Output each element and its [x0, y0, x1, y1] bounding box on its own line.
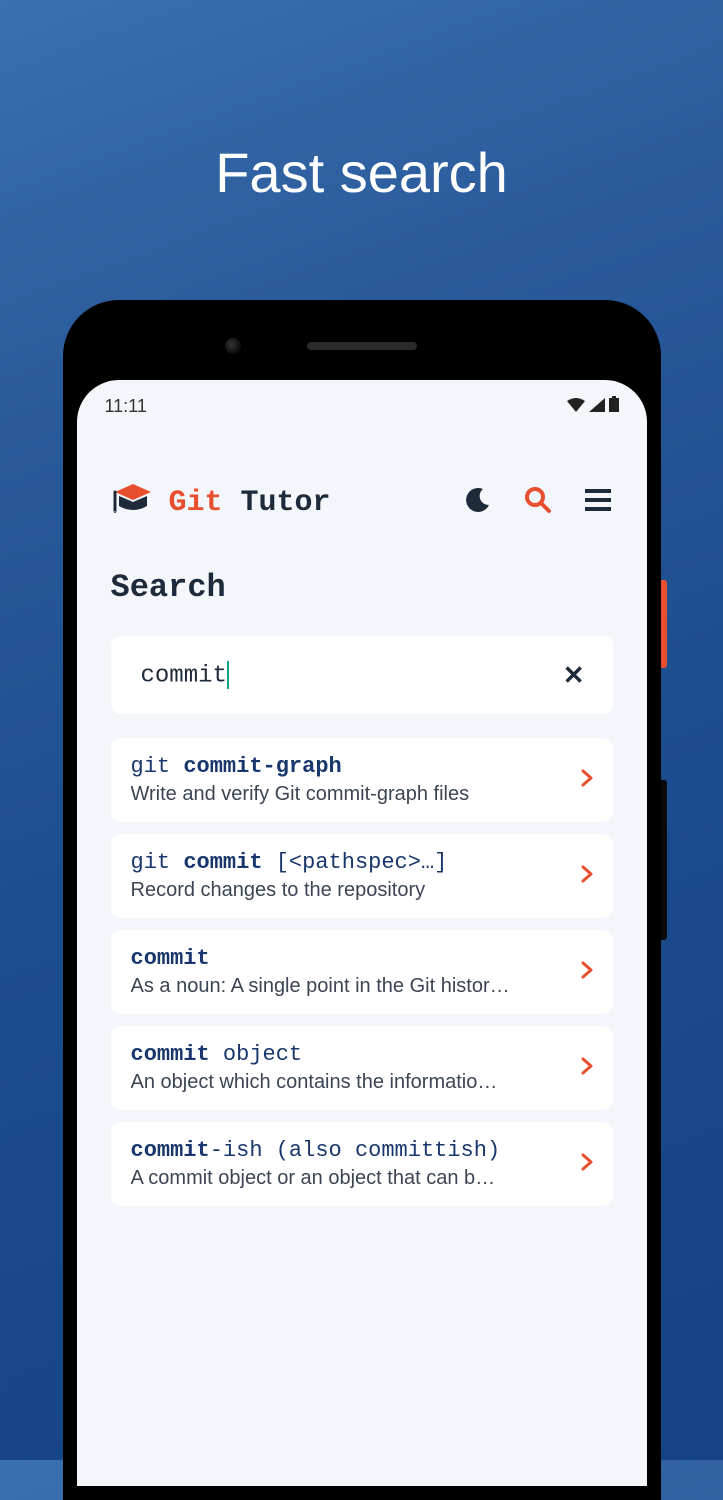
- phone-power-button: [661, 580, 667, 668]
- moon-icon: [465, 487, 491, 518]
- hamburger-icon: [585, 489, 611, 516]
- signal-icon: [589, 396, 605, 417]
- status-time: 11:11: [105, 396, 147, 417]
- result-description: Record changes to the repository: [131, 879, 569, 902]
- result-title: git commit [<pathspec>…]: [131, 850, 569, 875]
- result-title: commit-ish (also committish): [131, 1138, 569, 1163]
- brand-tutor: Tutor: [241, 486, 331, 520]
- wifi-icon: [567, 396, 585, 417]
- phone-screen: 11:11: [77, 380, 647, 1486]
- search-results: git commit-graph Write and verify Git com…: [111, 738, 613, 1206]
- close-icon: ✕: [563, 660, 585, 690]
- search-result[interactable]: commit As a noun: A single point in the G…: [111, 930, 613, 1014]
- graduation-cap-icon: [111, 480, 155, 525]
- section-title: Search: [111, 569, 613, 606]
- menu-button[interactable]: [583, 488, 613, 518]
- search-input[interactable]: commit: [141, 661, 229, 689]
- search-result[interactable]: commit object An object which contains th…: [111, 1026, 613, 1110]
- app-header: Git Tutor: [77, 422, 647, 525]
- result-title: git commit-graph: [131, 754, 569, 779]
- clear-search-button[interactable]: ✕: [555, 652, 593, 699]
- phone-speaker: [307, 342, 417, 350]
- chevron-right-icon: [581, 769, 593, 792]
- phone-frame: 11:11: [63, 300, 661, 1500]
- result-body: commit As a noun: A single point in the G…: [131, 946, 569, 998]
- chevron-right-icon: [581, 1153, 593, 1176]
- chevron-right-icon: [581, 1057, 593, 1080]
- search-result[interactable]: git commit-graph Write and verify Git com…: [111, 738, 613, 822]
- result-description: As a noun: A single point in the Git his…: [131, 975, 569, 998]
- hero-title: Fast search: [0, 140, 723, 205]
- search-icon: [524, 486, 552, 519]
- result-body: commit object An object which contains th…: [131, 1042, 569, 1094]
- search-result[interactable]: git commit [<pathspec>…] Record changes t…: [111, 834, 613, 918]
- brand-text: Git Tutor: [169, 486, 331, 520]
- result-title: commit: [131, 946, 569, 971]
- result-body: git commit [<pathspec>…] Record changes t…: [131, 850, 569, 902]
- result-title: commit object: [131, 1042, 569, 1067]
- search-result[interactable]: commit-ish (also committish) A commit obj…: [111, 1122, 613, 1206]
- brand-git: Git: [169, 486, 223, 520]
- result-description: A commit object or an object that can b…: [131, 1167, 569, 1190]
- phone-camera: [225, 338, 241, 354]
- chevron-right-icon: [581, 865, 593, 888]
- result-description: An object which contains the informatio…: [131, 1071, 569, 1094]
- phone-volume-button: [661, 780, 667, 940]
- battery-icon: [609, 396, 619, 417]
- chevron-right-icon: [581, 961, 593, 984]
- app-logo[interactable]: Git Tutor: [111, 480, 449, 525]
- result-body: commit-ish (also committish) A commit obj…: [131, 1138, 569, 1190]
- search-button[interactable]: [523, 488, 553, 518]
- text-cursor: [227, 661, 229, 689]
- search-box[interactable]: commit ✕: [111, 636, 613, 714]
- result-description: Write and verify Git commit-graph files: [131, 783, 569, 806]
- status-bar: 11:11: [77, 380, 647, 422]
- result-body: git commit-graph Write and verify Git com…: [131, 754, 569, 806]
- dark-mode-toggle[interactable]: [463, 488, 493, 518]
